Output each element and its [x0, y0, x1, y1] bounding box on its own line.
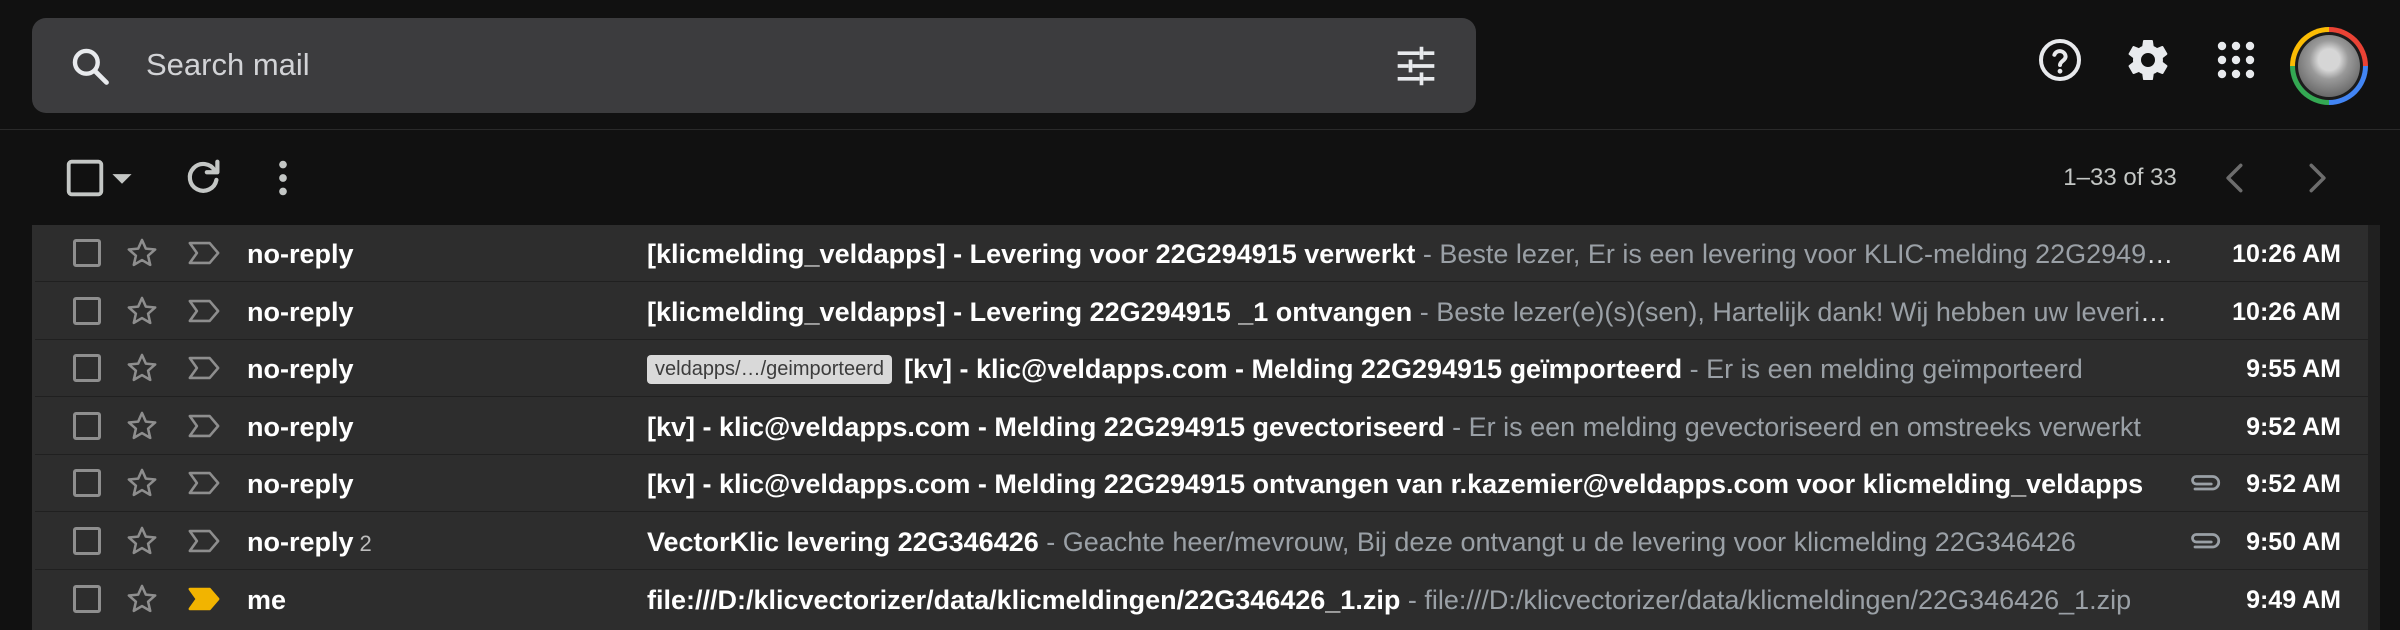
sender-text: no-reply	[247, 354, 354, 385]
mail-row[interactable]: no-reply [kv] - klic@veldapps.com - Meld…	[35, 397, 2371, 455]
importance-marker-icon[interactable]	[187, 238, 221, 268]
top-header	[0, 0, 2400, 130]
search-bar[interactable]	[32, 18, 1476, 113]
mail-subject: VectorKlic levering 22G346426	[647, 527, 1039, 557]
search-icon[interactable]	[68, 44, 112, 88]
star-icon[interactable]	[125, 409, 159, 443]
mail-row[interactable]: me file:///D:/klicvectorizer/data/klicme…	[35, 570, 2371, 628]
row-checkbox[interactable]	[73, 469, 101, 498]
search-input[interactable]	[146, 40, 1296, 90]
sender-text: no-reply	[247, 527, 354, 557]
star-icon[interactable]	[125, 582, 159, 616]
mail-row[interactable]: no-reply 2 VectorKlic levering 22G346426 …	[35, 513, 2371, 570]
pagination-count: 1–33 of 33	[2063, 164, 2177, 191]
scrollbar[interactable]	[2368, 225, 2380, 630]
row-checkbox[interactable]	[73, 354, 101, 383]
mail-time: 9:50 AM	[2246, 528, 2341, 556]
mail-subject: file:///D:/klicvectorizer/data/klicmeldi…	[647, 584, 1401, 615]
mail-snippet: - Er is een melding gevectoriseerd en om…	[1444, 411, 2141, 442]
star-icon[interactable]	[125, 351, 159, 385]
mail-time: 9:52 AM	[2246, 470, 2341, 499]
mail-content[interactable]: [kv] - klic@veldapps.com - Melding 22G29…	[647, 412, 2177, 443]
apps-grid-icon[interactable]	[2212, 36, 2260, 84]
mail-time: 10:26 AM	[2232, 240, 2341, 268]
mail-row[interactable]: no-reply veldapps/…/geimporteerd [kv] - k…	[35, 340, 2371, 398]
mail-snippet: - Beste lezer, Er is een levering voor K…	[1422, 239, 2177, 269]
refresh-icon[interactable]	[180, 155, 226, 201]
row-checkbox[interactable]	[73, 584, 101, 613]
importance-marker-icon[interactable]	[187, 296, 221, 326]
account-avatar[interactable]	[2290, 27, 2368, 105]
mail-content[interactable]: veldapps/…/geimporteerd [kv] - klic@velda…	[647, 354, 2177, 385]
star-icon[interactable]	[125, 466, 159, 500]
mail-subject: [kv] - klic@veldapps.com - Melding 22G29…	[647, 469, 2144, 500]
row-checkbox[interactable]	[73, 411, 101, 440]
older-page-chevron-right-icon[interactable]	[2297, 159, 2335, 197]
row-checkbox[interactable]	[73, 296, 101, 325]
help-icon[interactable]	[2036, 36, 2084, 84]
mail-content[interactable]: [klicmelding_veldapps] - Levering voor 2…	[647, 239, 2177, 270]
mail-row[interactable]: no-reply [klicmelding_veldapps] - Leveri…	[35, 282, 2371, 340]
mail-subject: [kv] - klic@veldapps.com - Melding 22G29…	[647, 411, 1445, 442]
important-marker-icon[interactable]	[187, 584, 221, 614]
row-checkbox[interactable]	[73, 527, 101, 555]
avatar-photo	[2298, 35, 2360, 97]
mail-subject: [kv] - klic@veldapps.com - Melding 22G29…	[904, 354, 1683, 385]
mail-snippet: - Geachte heer/mevrouw, Bij deze ontvang…	[1038, 527, 2076, 557]
search-options-icon[interactable]	[1394, 44, 1438, 88]
mail-snippet: - Er is een melding geïmporteerd	[1682, 354, 2083, 385]
mail-time: 9:52 AM	[2246, 412, 2341, 441]
select-dropdown-chevron-icon[interactable]	[106, 155, 138, 201]
mail-content[interactable]: VectorKlic levering 22G346426 - Geachte …	[647, 527, 2167, 558]
importance-marker-icon[interactable]	[187, 526, 221, 556]
sender-text: no-reply	[247, 469, 354, 500]
sender-text: no-reply	[247, 239, 354, 269]
mail-subject: [klicmelding_veldapps] - Levering 22G294…	[647, 296, 1413, 327]
gear-icon[interactable]	[2124, 36, 2172, 84]
mail-content[interactable]: [kv] - klic@veldapps.com - Melding 22G29…	[647, 469, 2167, 500]
mail-time: 9:49 AM	[2246, 585, 2341, 614]
select-all-checkbox[interactable]	[62, 155, 108, 201]
mail-snippet: - Beste lezer(e)(s)(sen), Hartelijk dank…	[1419, 296, 2177, 327]
importance-marker-icon[interactable]	[187, 353, 221, 383]
sender-name: no-reply	[247, 354, 627, 385]
star-icon[interactable]	[125, 524, 159, 558]
mail-toolbar: 1–33 of 33	[0, 131, 2400, 225]
star-icon[interactable]	[125, 294, 159, 328]
label-chip[interactable]: veldapps/…/geimporteerd	[647, 355, 893, 385]
sender-name: no-reply	[247, 297, 627, 328]
sender-name: me	[247, 585, 627, 616]
row-checkbox[interactable]	[73, 239, 101, 267]
sender-text: me	[247, 584, 287, 615]
sender-name: no-reply	[247, 412, 627, 443]
importance-marker-icon[interactable]	[187, 468, 221, 498]
mail-row[interactable]: no-reply [kv] - klic@veldapps.com - Meld…	[35, 455, 2371, 513]
sender-name: no-reply	[247, 469, 627, 500]
sender-text: no-reply	[247, 411, 354, 442]
importance-marker-icon[interactable]	[187, 411, 221, 441]
sender-name: no-reply 2	[247, 527, 627, 558]
mail-snippet: - file:///D:/klicvectorizer/data/klicmel…	[1400, 584, 2132, 615]
mail-time: 9:55 AM	[2246, 355, 2341, 384]
mail-content[interactable]: [klicmelding_veldapps] - Levering 22G294…	[647, 297, 2177, 328]
star-icon[interactable]	[125, 236, 159, 270]
mail-time: 10:26 AM	[2232, 297, 2341, 326]
newer-page-chevron-left-icon[interactable]	[2217, 159, 2255, 197]
mail-list: no-reply [klicmelding_veldapps] - Leveri…	[32, 225, 2371, 630]
more-options-icon[interactable]	[260, 155, 306, 201]
mail-content[interactable]: file:///D:/klicvectorizer/data/klicmeldi…	[647, 585, 2177, 616]
sender-name: no-reply	[247, 239, 627, 270]
sender-text: no-reply	[247, 296, 354, 327]
mail-row[interactable]: no-reply [klicmelding_veldapps] - Leveri…	[35, 225, 2371, 282]
mail-subject: [klicmelding_veldapps] - Levering voor 2…	[647, 239, 1416, 269]
avatar-ring-inner	[2295, 32, 2363, 100]
thread-count: 2	[359, 531, 372, 556]
